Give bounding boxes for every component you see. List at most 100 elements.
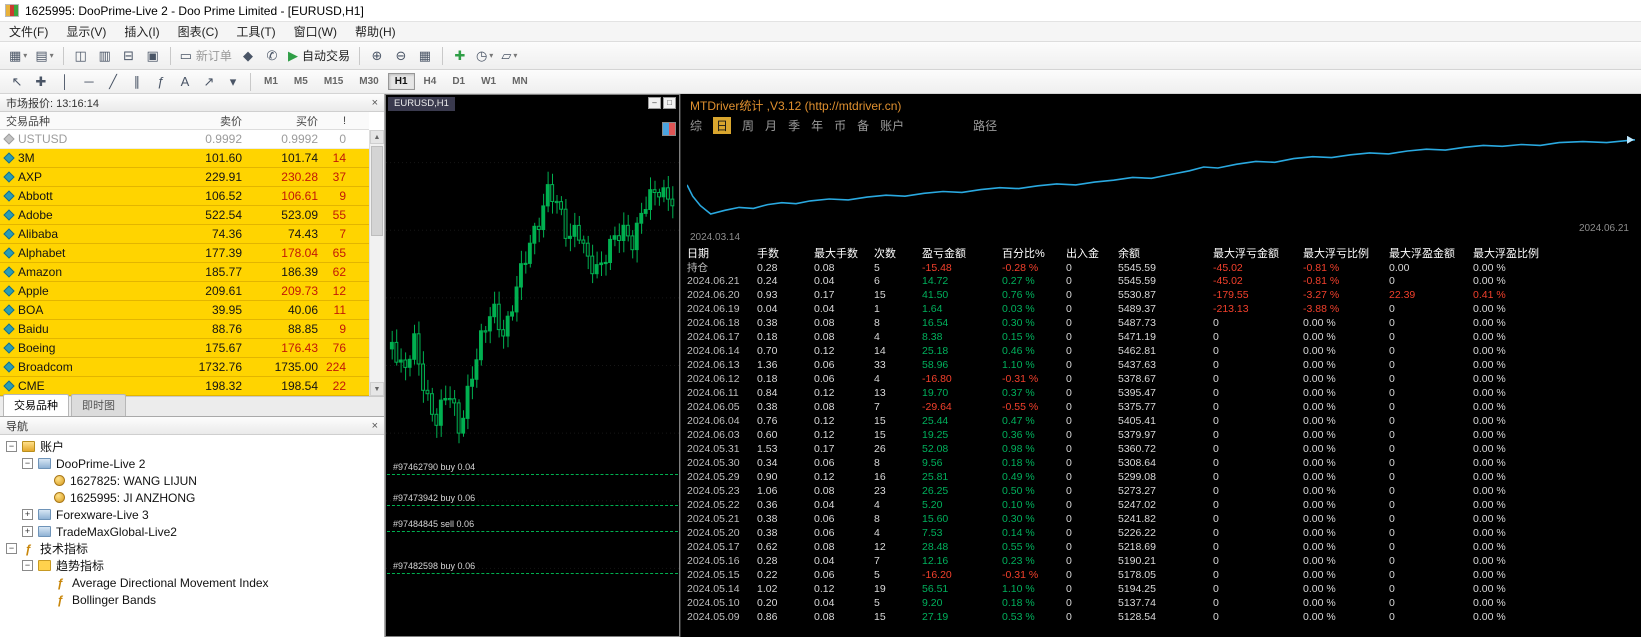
tree-expander-icon[interactable]: + — [22, 526, 33, 537]
one-click-trading-widget[interactable] — [662, 122, 676, 136]
close-icon[interactable]: × — [372, 420, 378, 432]
timeframe-d1[interactable]: D1 — [445, 73, 472, 90]
market-watch-toggle-icon[interactable]: ◫ — [70, 45, 92, 67]
stats-row[interactable]: 2024.05.22 0.36 0.04 4 5.20 0.10 % 0 5247.02 0 0.… — [687, 498, 1639, 512]
arrow-tool-icon[interactable]: ↗ — [198, 71, 220, 93]
market-watch-column-3[interactable]: ! — [326, 115, 354, 127]
navigator-item[interactable]: ƒ Bollinger Bands — [0, 591, 384, 608]
navigator-item[interactable]: ƒ Average Directional Movement Index — [0, 574, 384, 591]
market-watch-row[interactable]: Baidu 88.76 88.85 9 — [0, 320, 369, 339]
timeframe-m30[interactable]: M30 — [352, 73, 385, 90]
timeframe-h4[interactable]: H4 — [417, 73, 444, 90]
stats-tab-path[interactable]: 路径 — [973, 117, 997, 134]
stats-row[interactable]: 2024.05.30 0.34 0.06 8 9.56 0.18 % 0 5308.64 0 0.… — [687, 456, 1639, 470]
stats-tab-yearly[interactable]: 年 — [811, 117, 823, 134]
market-watch-row[interactable]: Alibaba 74.36 74.43 7 — [0, 225, 369, 244]
indicators-add-icon[interactable]: ✚ — [449, 45, 471, 67]
stats-row[interactable]: 2024.05.15 0.22 0.06 5 -16.20 -0.31 % 0 5178.05… — [687, 568, 1639, 582]
stats-column-header[interactable]: 最大浮亏金额 — [1213, 245, 1303, 261]
menu-view[interactable]: 显示(V) — [57, 21, 115, 42]
stats-tab-monthly[interactable]: 月 — [765, 117, 777, 134]
order-line[interactable]: #97462790 buy 0.04 — [387, 462, 678, 475]
menu-insert[interactable]: 插入(I) — [115, 21, 168, 42]
trendline-icon[interactable]: ╱ — [102, 71, 124, 93]
stats-row[interactable]: 2024.05.20 0.38 0.06 4 7.53 0.14 % 0 5226.22 0 0.… — [687, 526, 1639, 540]
stats-column-header[interactable]: 日期 — [687, 245, 757, 261]
timeframe-h1[interactable]: H1 — [387, 73, 415, 90]
stats-column-header[interactable]: 手数 — [757, 245, 814, 261]
order-line[interactable]: #97484845 sell 0.06 — [387, 519, 678, 532]
navigator-item[interactable]: − 账户 — [0, 438, 384, 455]
stats-row[interactable]: 2024.06.21 0.24 0.04 6 14.72 0.27 % 0 5545.59 -4… — [687, 274, 1639, 288]
stats-row[interactable]: 2024.05.23 1.06 0.08 23 26.25 0.50 % 0 5273.27 0… — [687, 484, 1639, 498]
chart-symbol-label[interactable]: EURUSD,H1 — [388, 97, 455, 111]
terminal-toggle-icon[interactable]: ▣ — [142, 45, 164, 67]
tile-windows-icon[interactable]: ▦ — [414, 45, 436, 67]
market-watch-row[interactable]: Broadcom 1732.76 1735.00 224 — [0, 358, 369, 377]
stats-row[interactable]: 2024.06.19 0.04 0.04 1 1.64 0.03 % 0 5489.37 -21… — [687, 302, 1639, 316]
stats-row[interactable]: 2024.06.12 0.18 0.06 4 -16.80 -0.31 % 0 5378.67… — [687, 372, 1639, 386]
market-watch-row[interactable]: Adobe 522.54 523.09 55 — [0, 206, 369, 225]
stats-row[interactable]: 2024.06.20 0.93 0.17 15 41.50 0.76 % 0 5530.87 -… — [687, 288, 1639, 302]
market-watch-tab[interactable]: 即时图 — [71, 394, 126, 416]
navigator-item[interactable]: − 趋势指标 — [0, 557, 384, 574]
profiles-icon[interactable]: ▤ ▾ — [32, 45, 56, 67]
navigator-item[interactable]: − ƒ 技术指标 — [0, 540, 384, 557]
navigator-item[interactable]: + Forexware-Live 3 — [0, 506, 384, 523]
market-watch-row[interactable]: Alphabet 177.39 178.04 65 — [0, 244, 369, 263]
stats-column-header[interactable]: 盈亏金额 — [922, 245, 1002, 261]
stats-row[interactable]: 2024.05.29 0.90 0.12 16 25.81 0.49 % 0 5299.08 0… — [687, 470, 1639, 484]
stats-tab-weekly[interactable]: 周 — [742, 117, 754, 134]
market-watch-row[interactable]: USTUSD 0.9992 0.9992 0 — [0, 130, 369, 149]
menu-help[interactable]: 帮助(H) — [346, 21, 405, 42]
text-label-icon[interactable]: A — [174, 71, 196, 93]
timeframe-m1[interactable]: M1 — [257, 73, 285, 90]
stats-row[interactable]: 2024.06.11 0.84 0.12 13 19.70 0.37 % 0 5395.47 0… — [687, 386, 1639, 400]
market-watch-row[interactable]: Boeing 175.67 176.43 76 — [0, 339, 369, 358]
cursor-icon[interactable]: ↖ — [6, 71, 28, 93]
stats-tab-summary[interactable]: 综 — [690, 117, 702, 134]
vertical-line-icon[interactable]: │ — [54, 71, 76, 93]
new-order-button[interactable]: ▭ 新订单 — [177, 45, 235, 67]
menu-charts[interactable]: 图表(C) — [169, 21, 228, 42]
stats-row[interactable]: 2024.06.18 0.38 0.08 8 16.54 0.30 % 0 5487.73 0 0… — [687, 316, 1639, 330]
stats-column-header[interactable]: 百分比% — [1002, 245, 1066, 261]
stats-tab-notes[interactable]: 备 — [857, 117, 869, 134]
menu-file[interactable]: 文件(F) — [0, 21, 57, 42]
stats-column-header[interactable]: 最大浮亏比例 — [1303, 245, 1389, 261]
tree-expander-icon[interactable]: − — [22, 560, 33, 571]
market-watch-row[interactable]: Apple 209.61 209.73 12 — [0, 282, 369, 301]
stats-tab-currency[interactable]: 币 — [834, 117, 846, 134]
market-watch-row[interactable]: 3M 101.60 101.74 14 — [0, 149, 369, 168]
navigator-item[interactable]: 1625995: JI ANZHONG — [0, 489, 384, 506]
shapes-dropdown-icon[interactable]: ▾ — [222, 71, 244, 93]
stats-row[interactable]: 2024.06.03 0.60 0.12 15 19.25 0.36 % 0 5379.97 0… — [687, 428, 1639, 442]
order-line[interactable]: #97473942 buy 0.06 — [387, 493, 678, 506]
stats-column-header[interactable]: 最大浮盈比例 — [1473, 245, 1563, 261]
stats-row[interactable]: 2024.06.14 0.70 0.12 14 25.18 0.46 % 0 5462.81 0… — [687, 344, 1639, 358]
tree-expander-icon[interactable]: − — [22, 458, 33, 469]
market-watch-row[interactable]: Abbott 106.52 106.61 9 — [0, 187, 369, 206]
new-chart-icon[interactable]: ▦ ▾ — [6, 45, 30, 67]
market-watch-column-1[interactable]: 卖价 — [138, 113, 250, 129]
market-watch-row[interactable]: AXP 229.91 230.28 37 — [0, 168, 369, 187]
stats-row[interactable]: 2024.05.10 0.20 0.04 5 9.20 0.18 % 0 5137.74 0 0.… — [687, 596, 1639, 610]
stats-column-header[interactable]: 最大浮盈金额 — [1389, 245, 1473, 261]
horizontal-line-icon[interactable]: ─ — [78, 71, 100, 93]
scroll-up-icon[interactable]: ▲ — [370, 130, 384, 144]
scroll-down-icon[interactable]: ▼ — [370, 382, 384, 396]
stats-row[interactable]: 2024.05.09 0.86 0.08 15 27.19 0.53 % 0 5128.54 0… — [687, 610, 1639, 624]
minimize-icon[interactable]: – — [648, 97, 661, 109]
close-icon[interactable]: × — [372, 97, 378, 109]
stats-row[interactable]: 2024.05.16 0.28 0.04 7 12.16 0.23 % 0 5190.21 0 0… — [687, 554, 1639, 568]
stats-row[interactable]: 2024.06.04 0.76 0.12 15 25.44 0.47 % 0 5405.41 0… — [687, 414, 1639, 428]
navigator-item[interactable]: 1627825: WANG LIJUN — [0, 472, 384, 489]
timeframe-mn[interactable]: MN — [505, 73, 535, 90]
market-watch-column-0[interactable]: 交易品种 — [0, 113, 138, 129]
stats-column-header[interactable]: 出入金 — [1066, 245, 1118, 261]
stats-row[interactable]: 2024.06.05 0.38 0.08 7 -29.64 -0.55 % 0 5375.77… — [687, 400, 1639, 414]
expert-advisors-icon[interactable]: ✆ — [261, 45, 283, 67]
timeframe-w1[interactable]: W1 — [474, 73, 503, 90]
stats-column-header[interactable]: 最大手数 — [814, 245, 874, 261]
market-watch-column-2[interactable]: 买价 — [250, 113, 326, 129]
